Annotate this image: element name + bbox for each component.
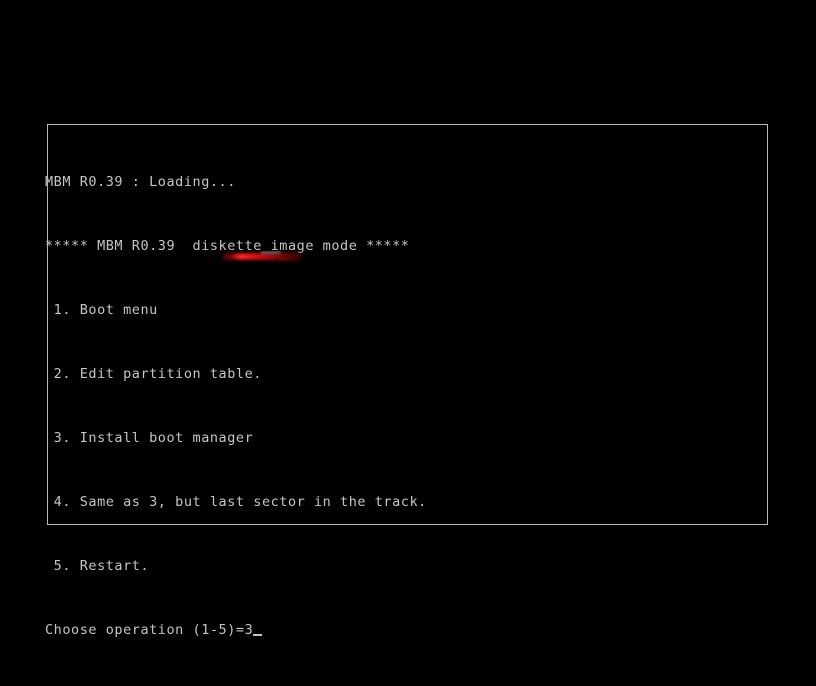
console-line-banner: ***** MBM R0.39 diskette image mode ****… <box>45 238 410 254</box>
prompt-input-value[interactable]: 3 <box>245 622 254 638</box>
console-line-loading: MBM R0.39 : Loading... <box>45 174 236 190</box>
prompt-label: Choose operation (1-5)= <box>45 622 245 638</box>
console-text-block: MBM R0.39 : Loading... ***** MBM R0.39 d… <box>45 126 769 686</box>
text-cursor <box>253 634 263 636</box>
menu-item-edit-partition-table[interactable]: 2. Edit partition table. <box>45 366 769 382</box>
menu-item-same-as-3-last-sector[interactable]: 4. Same as 3, but last sector in the tra… <box>45 494 769 510</box>
boot-console-screen: MBM R0.39 : Loading... ***** MBM R0.39 d… <box>45 124 768 638</box>
menu-item-restart[interactable]: 5. Restart. <box>45 558 769 574</box>
prompt-line[interactable]: Choose operation (1-5)=3 <box>45 622 769 638</box>
menu-item-install-boot-manager[interactable]: 3. Install boot manager <box>45 430 769 446</box>
menu-item-boot-menu[interactable]: 1. Boot menu <box>45 302 769 318</box>
